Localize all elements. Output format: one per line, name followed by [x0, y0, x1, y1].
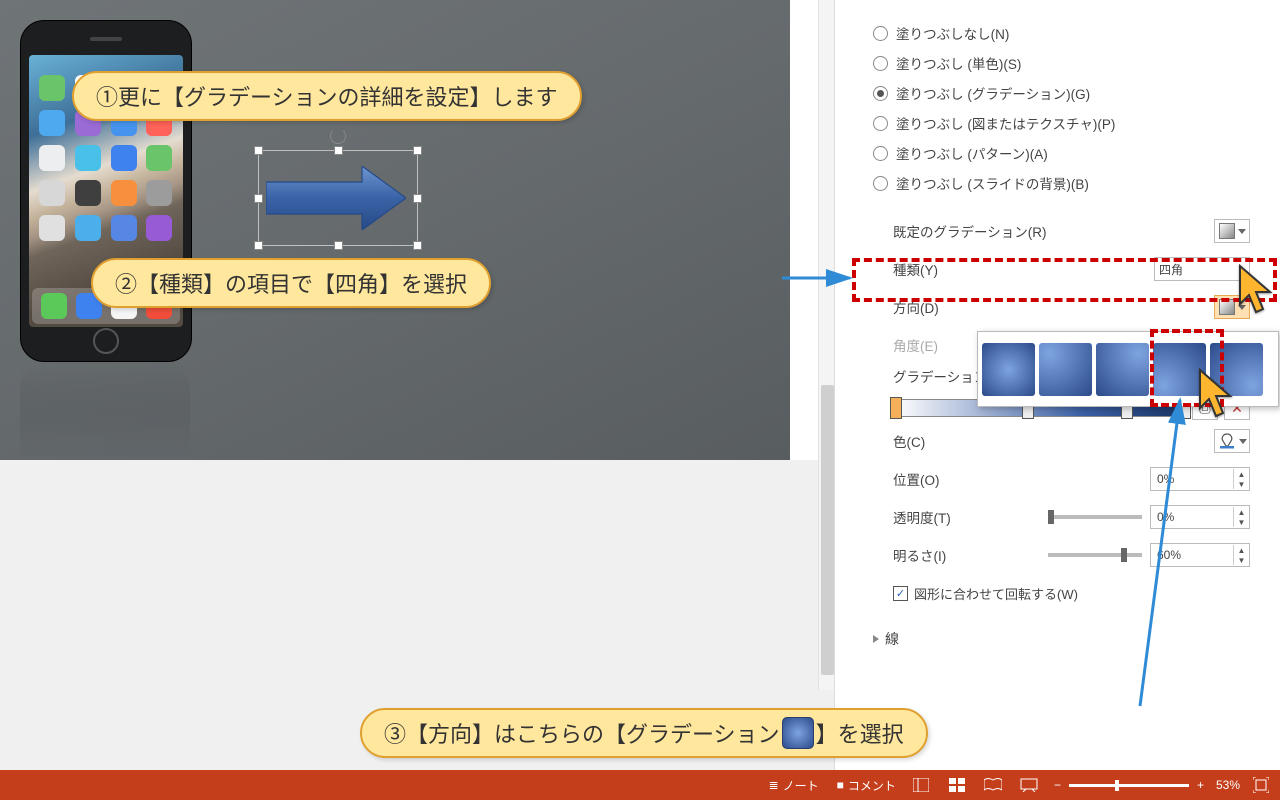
fill-pattern-radio[interactable]: 塗りつぶし (パターン)(A)	[873, 138, 1268, 168]
fill-picture-label: 塗りつぶし (図またはテクスチャ)(P)	[896, 113, 1115, 133]
gradient-brightness-label: 明るさ(I)	[893, 545, 946, 565]
transparency-slider[interactable]	[1048, 515, 1142, 519]
fill-gradient-radio[interactable]: 塗りつぶし (グラデーション)(G)	[873, 78, 1268, 108]
resize-handle[interactable]	[334, 241, 343, 250]
gradient-type-label: 種類(Y)	[893, 259, 938, 279]
zoom-out-button[interactable]: −	[1054, 778, 1061, 792]
brightness-slider[interactable]	[1048, 553, 1142, 557]
resize-handle[interactable]	[413, 194, 422, 203]
slideshow-button[interactable]	[1020, 776, 1038, 794]
direction-option-3[interactable]	[1096, 343, 1149, 396]
resize-handle[interactable]	[254, 146, 263, 155]
gradient-position-label: 位置(O)	[893, 469, 940, 489]
app-icon	[39, 75, 65, 101]
app-icon	[75, 180, 101, 206]
resize-handle[interactable]	[254, 194, 263, 203]
normal-view-button[interactable]	[912, 776, 930, 794]
app-icon	[39, 180, 65, 206]
preset-gradient-label: 既定のグラデーション(R)	[893, 221, 1046, 241]
fill-solid-label: 塗りつぶし (単色)(S)	[896, 53, 1021, 73]
gradient-position-row: 位置(O) 0%▲▼	[893, 460, 1250, 498]
gradient-angle-label: 角度(E)	[893, 335, 938, 355]
notes-button[interactable]: ≣ ノート	[769, 776, 819, 794]
preset-gradient-row: 既定のグラデーション(R)	[893, 212, 1250, 250]
app-icon	[39, 110, 65, 136]
gradient-direction-row: 方向(D)	[893, 288, 1250, 326]
rotate-with-shape-checkbox[interactable]: ✓図形に合わせて回転する(W)	[893, 584, 1268, 603]
callout-2: ②【種類】の項目で【四角】を選択	[91, 258, 491, 308]
app-icon	[111, 145, 137, 171]
fill-picture-radio[interactable]: 塗りつぶし (図またはテクスチャ)(P)	[873, 108, 1268, 138]
direction-option-4[interactable]	[1153, 343, 1206, 396]
fill-slidebg-radio[interactable]: 塗りつぶし (スライドの背景)(B)	[873, 168, 1268, 198]
slide-sorter-button[interactable]	[948, 776, 966, 794]
direction-popup	[977, 331, 1279, 407]
fill-pattern-label: 塗りつぶし (パターン)(A)	[896, 143, 1048, 163]
gradient-color-row: 色(C)	[893, 422, 1250, 460]
fill-slidebg-label: 塗りつぶし (スライドの背景)(B)	[896, 173, 1089, 193]
gradient-type-row: 種類(Y) 四角	[893, 250, 1250, 288]
app-icon	[146, 145, 172, 171]
preset-gradient-button[interactable]	[1214, 219, 1250, 243]
brightness-spinner[interactable]: 60%▲▼	[1150, 543, 1250, 567]
phone-reflection	[20, 365, 190, 455]
rotate-handle[interactable]	[330, 128, 346, 144]
gradient-type-combo[interactable]: 四角	[1154, 257, 1250, 281]
app-icon	[146, 180, 172, 206]
app-icon	[39, 145, 65, 171]
resize-handle[interactable]	[254, 241, 263, 250]
gradient-stop[interactable]	[890, 397, 902, 419]
app-icon	[111, 180, 137, 206]
callout-3: ③【方向】はこちらの【グラデーション】を選択	[360, 708, 928, 758]
gradient-color-label: 色(C)	[893, 431, 925, 451]
fill-solid-radio[interactable]: 塗りつぶし (単色)(S)	[873, 48, 1268, 78]
comments-button[interactable]: ■ コメント	[837, 776, 896, 794]
selected-arrow-shape[interactable]	[258, 150, 418, 246]
gradient-brightness-row: 明るさ(I) 60%▲▼	[893, 536, 1250, 574]
app-icon	[111, 215, 137, 241]
gradient-sample-icon	[782, 717, 814, 749]
app-icon	[146, 215, 172, 241]
resize-handle[interactable]	[413, 241, 422, 250]
fill-gradient-label: 塗りつぶし (グラデーション)(G)	[896, 83, 1090, 103]
gradient-direction-button[interactable]	[1214, 295, 1250, 319]
reading-view-button[interactable]	[984, 776, 1002, 794]
dock-app-icon	[41, 293, 67, 319]
direction-option-5[interactable]	[1210, 343, 1263, 396]
gradient-position-spinner[interactable]: 0%▲▼	[1150, 467, 1250, 491]
line-section-header[interactable]: 線	[873, 629, 1268, 649]
app-icon	[39, 215, 65, 241]
resize-handle[interactable]	[334, 146, 343, 155]
direction-option-1[interactable]	[982, 343, 1035, 396]
fill-none-label: 塗りつぶしなし(N)	[896, 23, 1009, 43]
zoom-in-button[interactable]: +	[1197, 778, 1204, 792]
zoom-slider[interactable]	[1069, 784, 1189, 787]
gradient-transparency-row: 透明度(T) 0%▲▼	[893, 498, 1250, 536]
resize-handle[interactable]	[413, 146, 422, 155]
direction-option-2[interactable]	[1039, 343, 1092, 396]
callout-1: ①更に【グラデーションの詳細を設定】します	[72, 71, 582, 121]
fit-to-window-button[interactable]	[1252, 776, 1270, 794]
app-icon	[75, 215, 101, 241]
app-icon	[75, 145, 101, 171]
gradient-transparency-label: 透明度(T)	[893, 507, 951, 527]
gradient-color-button[interactable]	[1214, 429, 1250, 453]
transparency-spinner[interactable]: 0%▲▼	[1150, 505, 1250, 529]
fill-none-radio[interactable]: 塗りつぶしなし(N)	[873, 18, 1268, 48]
status-bar: ≣ ノート ■ コメント − + 53%	[0, 770, 1280, 800]
gradient-direction-label: 方向(D)	[893, 297, 939, 317]
zoom-value[interactable]: 53%	[1216, 778, 1240, 792]
